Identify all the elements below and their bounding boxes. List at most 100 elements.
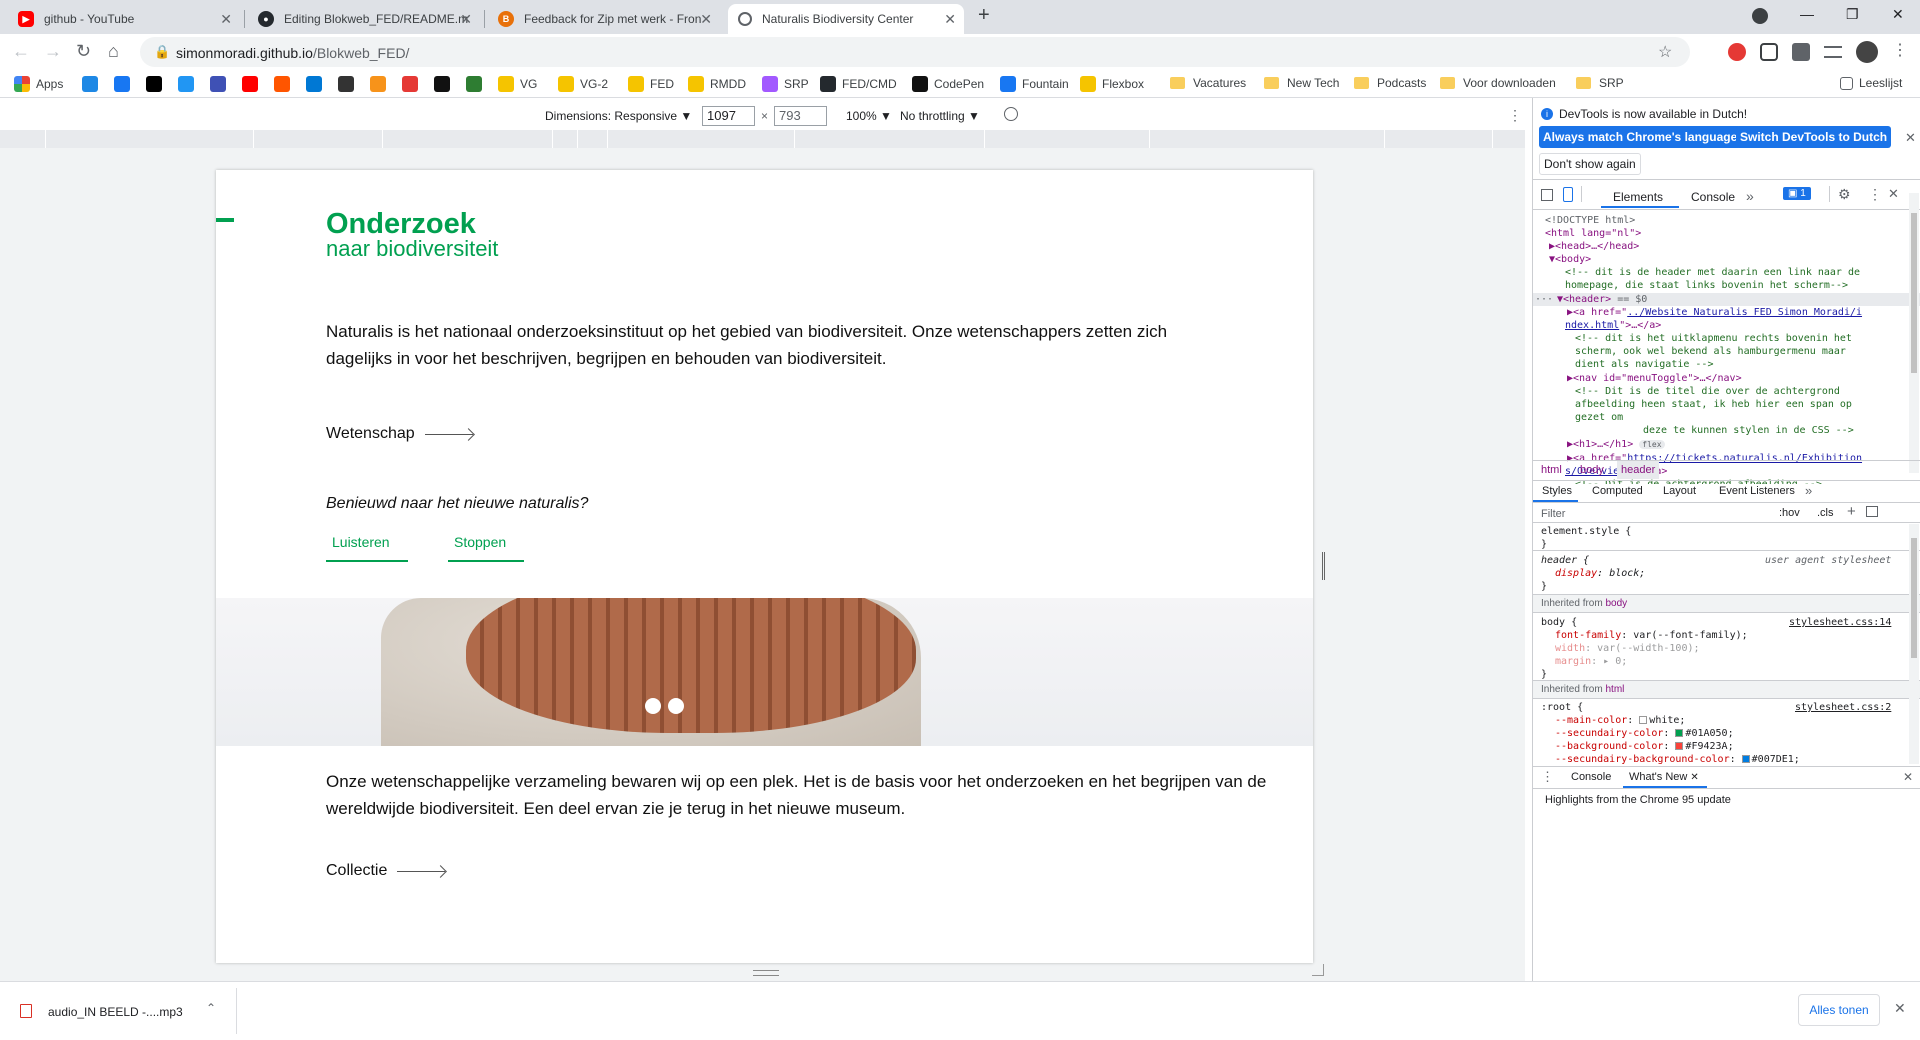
viewport-width-input[interactable]: 1097: [702, 106, 755, 126]
reading-list[interactable]: Leeslijst: [1840, 76, 1902, 90]
bookmark-srp[interactable]: SRP: [762, 76, 809, 92]
dom-body[interactable]: ▼<body>: [1549, 253, 1591, 266]
bookmark-icon-10[interactable]: [370, 76, 392, 92]
bookmark-fountain[interactable]: Fountain: [1000, 76, 1069, 92]
address-bar[interactable]: 🔒 simonmoradi.github.io/Blokweb_FED/ ☆: [140, 37, 1690, 67]
crumb-body[interactable]: body: [1580, 464, 1604, 476]
font-family-declaration[interactable]: font-family: var(--font-family);: [1555, 629, 1748, 642]
devtools-menu-icon[interactable]: ⋮: [1868, 186, 1882, 203]
close-icon[interactable]: ✕: [944, 11, 956, 28]
close-icon[interactable]: ✕: [220, 11, 232, 28]
bookmark-icon-9[interactable]: [338, 76, 360, 92]
reload-icon[interactable]: ↻: [76, 42, 91, 60]
drawer-tab-console[interactable]: Console: [1571, 771, 1611, 783]
class-toggle[interactable]: .cls: [1817, 507, 1834, 519]
bookmark-vacatures[interactable]: Vacatures: [1170, 76, 1246, 90]
bookmark-fed-cmd[interactable]: FED/CMD: [820, 76, 897, 92]
viewport-resize-handle[interactable]: [1322, 552, 1325, 580]
dom-html[interactable]: <html lang="nl">: [1545, 227, 1641, 240]
adblock-icon[interactable]: [1728, 43, 1746, 61]
bookmark-icon-12[interactable]: [434, 76, 456, 92]
dom-head[interactable]: ▶<head>…</head>: [1549, 240, 1639, 253]
restore-icon[interactable]: ❐: [1846, 6, 1859, 23]
forward-icon[interactable]: →: [44, 42, 62, 60]
infobar-close-icon[interactable]: ✕: [1905, 130, 1916, 146]
margin-declaration[interactable]: margin: ▸ 0;: [1555, 655, 1627, 668]
width-declaration[interactable]: width: var(--width-100);: [1555, 642, 1700, 655]
background-color-declaration[interactable]: --background-color: #F9423A;: [1555, 740, 1734, 753]
dom-nav[interactable]: ▶<nav id="menuToggle">…</nav>: [1567, 372, 1742, 385]
bookmark-codepen[interactable]: CodePen: [912, 76, 984, 92]
screenshot-extension-icon[interactable]: [1760, 43, 1778, 61]
zoom-dropdown[interactable]: 100% ▼: [846, 109, 892, 123]
header-rule-selector[interactable]: header {: [1541, 554, 1589, 567]
display-declaration[interactable]: display: block;: [1555, 567, 1645, 580]
window-close-icon[interactable]: ✕: [1892, 6, 1904, 23]
dom-a-home[interactable]: ▶<a href="../Website Naturalis FED Simon…: [1567, 306, 1862, 319]
settings-gear-icon[interactable]: ⚙: [1838, 186, 1851, 203]
bookmark-icon-13[interactable]: [466, 76, 488, 92]
dom-comment[interactable]: dient als navigatie -->: [1575, 358, 1713, 371]
minimize-icon[interactable]: —: [1800, 6, 1814, 22]
bookmark-flexbox[interactable]: Flexbox: [1080, 76, 1144, 92]
dom-comment[interactable]: homepage, die staat links bovenin het sc…: [1565, 279, 1848, 292]
tab-search-icon[interactable]: [1752, 8, 1768, 24]
inspect-element-icon[interactable]: [1541, 189, 1553, 201]
download-bar-close-icon[interactable]: ✕: [1894, 1000, 1906, 1017]
close-icon[interactable]: ✕: [700, 11, 712, 28]
color-swatch[interactable]: [1639, 716, 1648, 724]
devtools-close-icon[interactable]: ✕: [1888, 186, 1899, 202]
download-item[interactable]: audio_IN BEELD -....mp3: [48, 1005, 183, 1019]
more-tabs-icon[interactable]: »: [1746, 188, 1754, 204]
slider-dot-2[interactable]: [668, 698, 684, 714]
body-rule-selector[interactable]: body {: [1541, 616, 1577, 629]
dom-comment[interactable]: <!-- Dit is de achtergrond afbeelding --…: [1575, 478, 1822, 484]
dom-h1[interactable]: ▶<h1>…</h1> flex: [1567, 438, 1665, 451]
close-icon[interactable]: ✕: [1690, 772, 1698, 783]
bookmark-rmdd[interactable]: RMDD: [688, 76, 746, 92]
rotate-icon[interactable]: [1004, 107, 1018, 121]
body-rule-source-link[interactable]: stylesheet.css:14: [1789, 616, 1891, 629]
back-icon[interactable]: ←: [12, 42, 30, 60]
more-styles-tabs-icon[interactable]: »: [1805, 483, 1812, 498]
dom-ellipsis[interactable]: ···: [1535, 293, 1553, 306]
secundairy-background-color-declaration[interactable]: --secundairy-background-color: #007DE1;: [1555, 753, 1800, 766]
menu-dots-icon[interactable]: ⋮: [1892, 42, 1908, 60]
bookmark-vg-2[interactable]: VG-2: [558, 76, 608, 92]
dom-scrollbar-thumb[interactable]: [1911, 213, 1917, 373]
bookmark-voor-downloaden[interactable]: Voor downloaden: [1440, 76, 1556, 90]
viewport-bottom-resize-handle[interactable]: [753, 970, 779, 976]
root-rule-source-link[interactable]: stylesheet.css:2: [1795, 701, 1891, 714]
hover-state-toggle[interactable]: :hov: [1779, 507, 1800, 519]
extensions-icon[interactable]: [1792, 43, 1810, 61]
drawer-tab-whats-new[interactable]: What's New ✕: [1629, 771, 1699, 783]
bookmark-icon-2[interactable]: [114, 76, 136, 92]
dom-comment[interactable]: afbeelding heen staat, ik heb hier een s…: [1575, 398, 1852, 411]
close-icon[interactable]: ✕: [460, 11, 472, 28]
device-menu-icon[interactable]: ⋮: [1508, 107, 1522, 124]
secundairy-color-declaration[interactable]: --secundairy-color: #01A050;: [1555, 727, 1734, 740]
bookmark-new-tech[interactable]: New Tech: [1264, 76, 1339, 90]
tab-event-listeners[interactable]: Event Listeners: [1719, 485, 1795, 497]
dom-comment[interactable]: <!-- dit is het uitklapmenu rechts boven…: [1575, 332, 1852, 345]
bookmark-icon-5[interactable]: [210, 76, 232, 92]
bookmark-srp[interactable]: SRP: [1576, 76, 1624, 90]
tab-github-readme[interactable]: ● Editing Blokweb_FED/README.m ✕: [248, 4, 480, 34]
tab-youtube[interactable]: ▶ github - YouTube ✕: [8, 4, 240, 34]
dont-show-again-button[interactable]: Don't show again: [1539, 153, 1641, 175]
show-all-downloads-button[interactable]: Alles tonen: [1798, 994, 1880, 1026]
avatar[interactable]: [1856, 41, 1878, 63]
styles-filter-input[interactable]: Filter: [1541, 508, 1771, 520]
drawer-menu-icon[interactable]: ⋮: [1541, 769, 1554, 785]
tab-console[interactable]: Console: [1691, 190, 1735, 204]
viewport-height-input[interactable]: 793: [774, 106, 827, 126]
dom-a-href[interactable]: ../Website Naturalis FED Simon Moradi/i: [1627, 307, 1862, 318]
root-rule-selector[interactable]: :root {: [1541, 701, 1583, 714]
element-style-rule[interactable]: element.style {: [1541, 525, 1631, 538]
color-swatch[interactable]: [1675, 742, 1684, 750]
inherited-body-link[interactable]: body: [1605, 598, 1627, 609]
bookmark-podcasts[interactable]: Podcasts: [1354, 76, 1426, 90]
crumb-header[interactable]: header: [1617, 461, 1660, 479]
viewport-corner-resize-handle[interactable]: [1312, 964, 1324, 976]
new-rule-icon[interactable]: +: [1847, 503, 1856, 520]
